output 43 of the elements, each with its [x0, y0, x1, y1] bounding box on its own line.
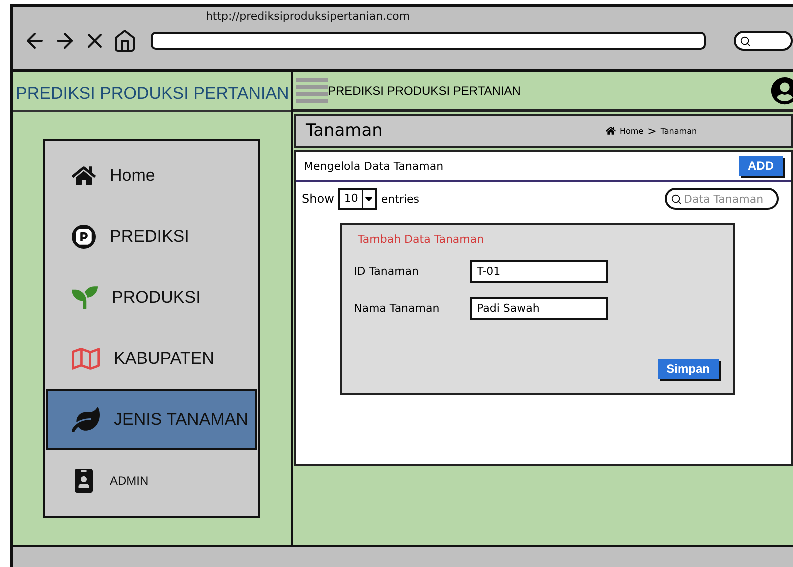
breadcrumb-link[interactable]: Home	[620, 126, 644, 136]
address-field[interactable]	[151, 32, 706, 50]
url-text: http://prediksiproduksipertanian.com	[206, 10, 410, 23]
user-avatar-icon[interactable]	[771, 76, 793, 104]
search-icon	[671, 194, 682, 204]
breadcrumb-separator: >	[648, 124, 657, 138]
form-title: Tambah Data Tanaman	[358, 233, 486, 246]
home-icon	[72, 164, 96, 188]
search-field[interactable]	[734, 31, 793, 51]
save-button[interactable]: Simpan	[658, 359, 719, 379]
field-label: ID Tanaman	[354, 265, 420, 278]
page-title: Tanaman	[306, 121, 384, 141]
search-field[interactable]: Data Tanaman	[665, 188, 779, 210]
leaf-icon	[72, 406, 100, 434]
home-icon[interactable]	[113, 29, 137, 53]
search-icon	[740, 36, 751, 46]
entries-label: entries	[381, 192, 420, 206]
menu-label: PREDIKSI	[110, 226, 190, 246]
input-field[interactable]: T-01	[470, 260, 608, 283]
menu-item[interactable]: ADMIN	[46, 450, 257, 511]
app-title: PREDIKSI PRODUKSI PERTANIAN	[328, 84, 522, 98]
sprout-icon	[72, 284, 98, 310]
input-field[interactable]: Padi Sawah	[470, 297, 608, 320]
home-icon	[606, 126, 616, 136]
parking-icon	[72, 224, 96, 248]
menu-item[interactable]: Home	[46, 145, 257, 206]
breadcrumb-current: Tanaman	[660, 126, 698, 136]
menu-label: JENIS TANAMAN	[114, 410, 248, 430]
show-label: Show	[302, 192, 334, 206]
menu-label: ADMIN	[110, 474, 149, 488]
menu-item[interactable]: KABUPATEN	[46, 328, 257, 389]
menu-label: Home	[110, 166, 156, 186]
entries-select[interactable]: 10	[338, 188, 378, 210]
field-label: Nama Tanaman	[354, 302, 441, 315]
menu-label: PRODUKSI	[112, 288, 201, 308]
menu-item[interactable]: PRODUKSI	[46, 267, 257, 328]
card-title: Mengelola Data Tanaman	[304, 160, 444, 172]
menu-item[interactable]: JENIS TANAMAN	[46, 389, 257, 450]
sidebar-title: PREDIKSI PRODUKSI PERTANIAN	[13, 72, 291, 112]
id-badge-icon	[72, 468, 96, 492]
menu-label: KABUPATEN	[114, 348, 214, 368]
add-button[interactable]: ADD	[739, 156, 783, 176]
menu-item[interactable]: PREDIKSI	[46, 206, 257, 267]
